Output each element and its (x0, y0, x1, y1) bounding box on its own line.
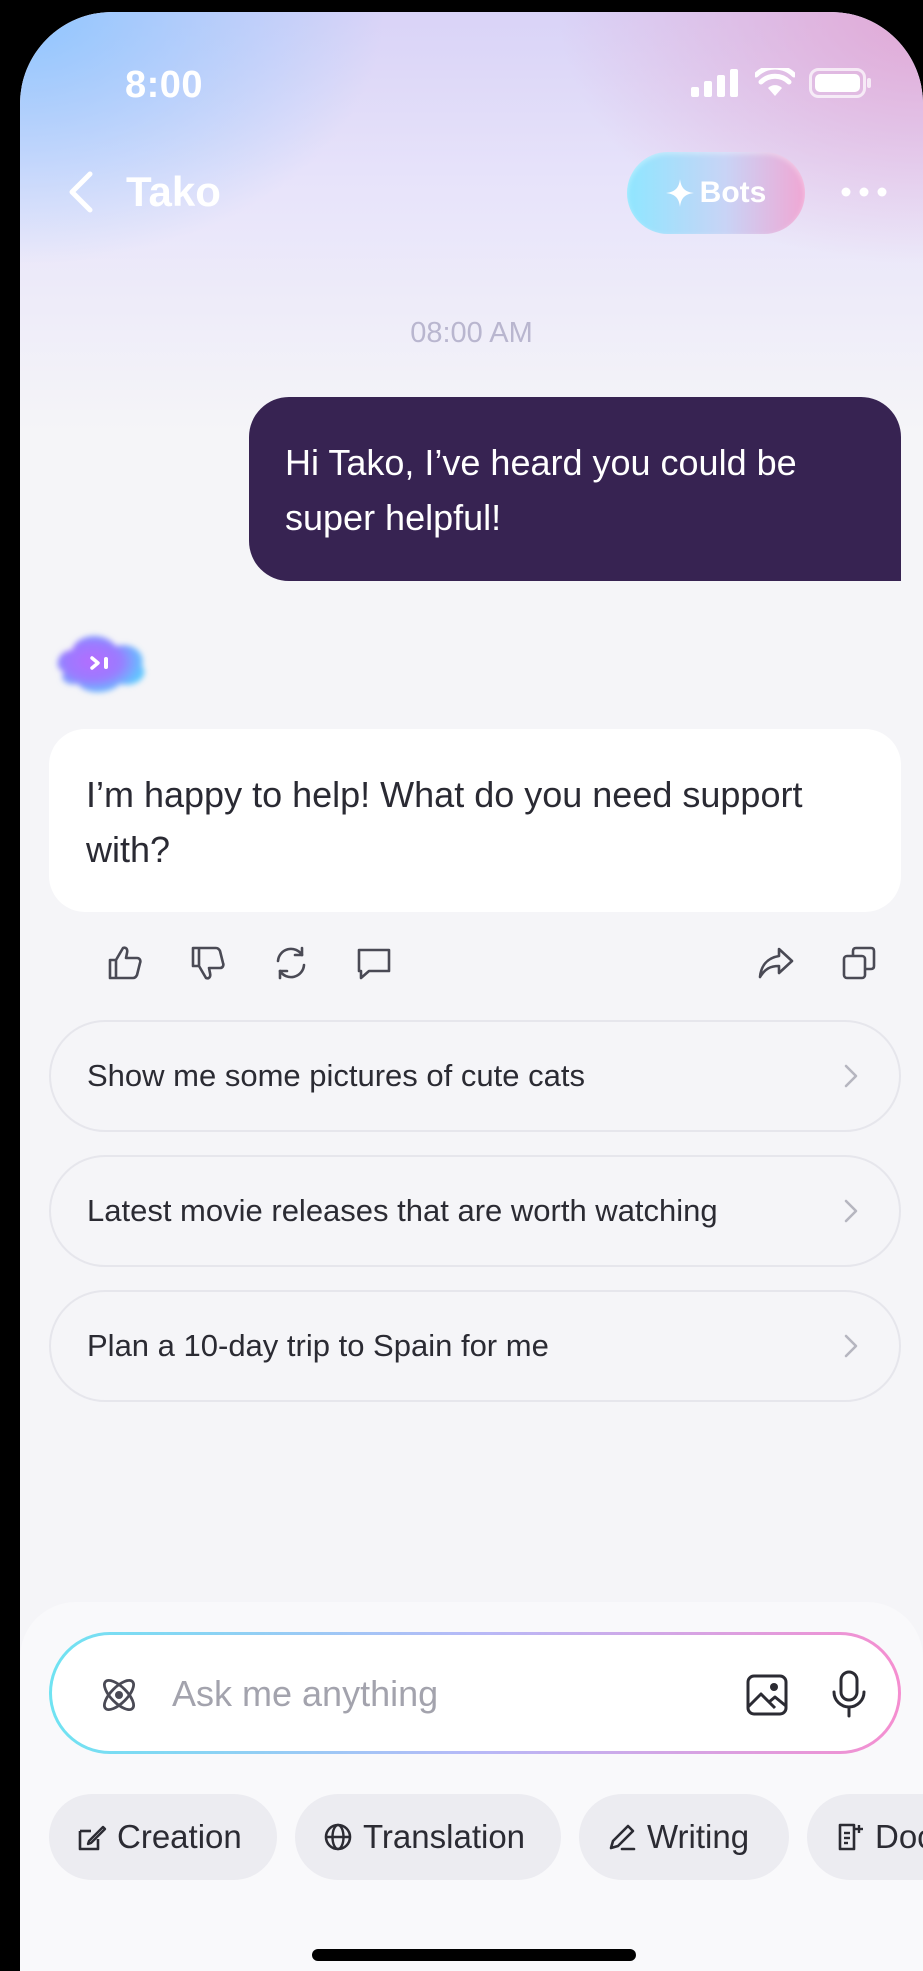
suggestion-label: Show me some pictures of cute cats (87, 1058, 585, 1093)
home-indicator[interactable] (312, 1949, 636, 1961)
composer-border (49, 1632, 901, 1754)
message-input[interactable] (170, 1635, 694, 1753)
suggestion-item[interactable]: Plan a 10-day trip to Spain for me (49, 1290, 901, 1402)
message-actions (87, 940, 887, 986)
pen-icon (609, 1824, 636, 1851)
chip-writing[interactable]: Writing (579, 1794, 789, 1880)
phone-screen: 8:00 Tako Bots 08:00 AM Hi Tako, I’ve he… (20, 12, 923, 1971)
signal-icon (691, 69, 738, 97)
chevron-right-icon (844, 1064, 858, 1088)
status-bar: 8:00 (20, 12, 923, 132)
chip-label: Translation (363, 1818, 526, 1855)
chip-doc[interactable]: Doc (807, 1794, 923, 1880)
chip-label: Doc (875, 1818, 923, 1855)
page-title: Tako (126, 168, 221, 215)
user-message-bubble: Hi Tako, I’ve heard you could be super h… (249, 397, 901, 581)
status-icons (691, 68, 873, 98)
share-icon[interactable] (754, 940, 798, 986)
suggestion-label: Latest movie releases that are worth wat… (87, 1193, 718, 1228)
microphone-icon[interactable] (829, 1669, 869, 1719)
regenerate-icon[interactable] (269, 940, 313, 986)
suggestion-label: Plan a 10-day trip to Spain for me (87, 1328, 549, 1363)
suggestion-item[interactable]: Show me some pictures of cute cats (49, 1020, 901, 1132)
message-timestamp: 08:00 AM (410, 317, 533, 349)
thumbs-up-icon[interactable] (103, 940, 147, 986)
bot-message-bubble: I’m happy to help! What do you need supp… (49, 729, 901, 912)
thumbs-down-icon[interactable] (186, 940, 230, 986)
status-time: 8:00 (125, 64, 204, 106)
quick-action-chips: Creation Translation Writing Do (49, 1794, 923, 1880)
sparkle-icon (665, 179, 694, 207)
image-upload-icon[interactable] (745, 1673, 789, 1717)
chevron-right-icon (844, 1334, 858, 1358)
ai-atom-icon[interactable] (96, 1672, 142, 1718)
document-icon (838, 1823, 863, 1851)
comment-icon[interactable] (352, 940, 396, 986)
navigation-bar: Tako Bots (20, 142, 923, 242)
bot-message-text: I’m happy to help! What do you need supp… (86, 774, 803, 870)
wifi-icon (755, 68, 795, 96)
globe-icon (324, 1823, 352, 1851)
suggestion-item[interactable]: Latest movie releases that are worth wat… (49, 1155, 901, 1267)
composer-box (52, 1635, 898, 1753)
bot-avatar (57, 635, 145, 693)
chip-translation[interactable]: Translation (295, 1794, 561, 1880)
bots-button[interactable]: Bots (627, 152, 805, 234)
bots-button-label: Bots (699, 176, 767, 209)
chip-label: Creation (117, 1818, 242, 1855)
chevron-right-icon (844, 1199, 858, 1223)
copy-icon[interactable] (837, 940, 881, 986)
back-arrow-icon[interactable] (58, 164, 106, 220)
chip-label: Writing (647, 1818, 750, 1855)
chip-creation[interactable]: Creation (49, 1794, 277, 1880)
battery-icon (809, 68, 871, 98)
creation-icon (78, 1825, 107, 1851)
more-options-icon[interactable] (840, 182, 888, 202)
user-message-text: Hi Tako, I’ve heard you could be super h… (285, 442, 797, 538)
